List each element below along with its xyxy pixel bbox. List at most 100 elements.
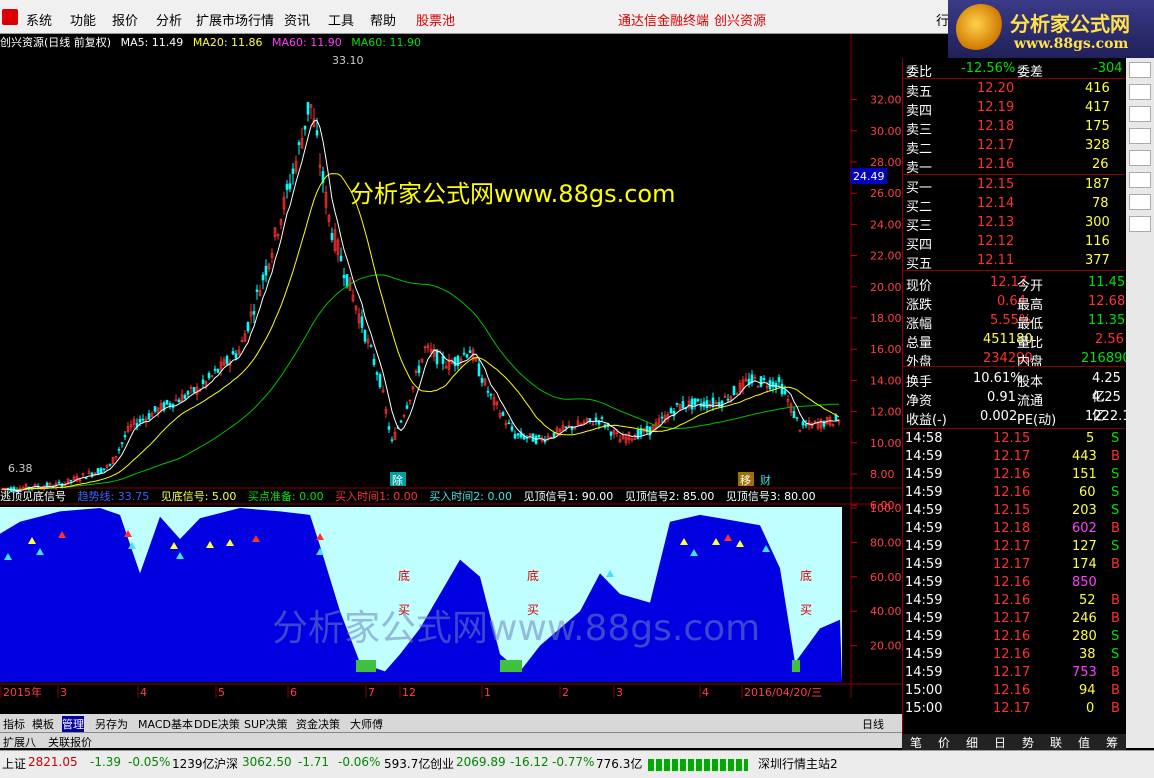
tab-save-as[interactable]: 另存为 [95,716,128,732]
sh-index-value: 2821.05 [28,755,78,769]
menu-help[interactable]: 帮助 [370,10,396,29]
candle-body [207,373,211,379]
quote-tab[interactable]: 日 [994,734,1006,751]
sh-index-amount: 1239亿 [172,757,215,771]
tick-row-cell: 12.15 [993,503,1031,518]
chart-area[interactable]: 32.00 30.00 28.00 26.00 24.00 22.00 20.00 18.00… [0,34,909,699]
toolbar-button-2[interactable] [1129,84,1151,100]
stat-row-cell: 12.68 [1088,294,1126,309]
tick-row-cell: 12.16 [993,575,1031,590]
candle-body [696,398,700,402]
buy-time1-value: 买入时间1: 0.00 [335,490,418,503]
top-signal1-value: 见顶信号1: 90.00 [523,490,614,503]
period-label[interactable]: 日线 [862,716,884,732]
candle-body [264,265,268,276]
candle-body [201,379,205,385]
menu-news[interactable]: 资讯 [284,10,310,29]
menu-function[interactable]: 功能 [70,10,96,29]
hs-index-amount: 593.7亿 [384,757,431,771]
tick-row-cell: 127 [1072,539,1097,554]
candle-body [513,434,517,439]
toolbar-button-7[interactable] [1129,194,1151,210]
tab-macd[interactable]: MACD基本 [138,716,193,732]
price-tick: 22.00 [870,250,902,263]
toolbar-button-8[interactable] [1129,216,1151,232]
ma60b-value: MA60: 11.90 [351,36,421,49]
stat-row-cell: 今开 [1017,279,1044,294]
tab-extension[interactable]: 扩展八 [3,734,36,750]
menu-system[interactable]: 系统 [26,10,52,29]
toolbar-button-3[interactable] [1129,106,1151,122]
price-tick: 24.00 [870,218,902,231]
stat-row: 涨幅 5.55% 最低 11.35 [903,312,1125,332]
indicator-tabs: 指标 模板 管理 另存为 MACD基本 DDE决策 SUP决策 资金决策 大师傅… [0,714,902,732]
stat-row-cell: 最高 [1017,298,1044,313]
top-signal3-value: 见顶信号3: 80.00 [725,490,816,503]
candle-body [726,398,730,401]
candle-body [693,398,697,405]
tick-row-cell: S [1111,503,1120,518]
quote-tab[interactable]: 价 [938,734,950,751]
quote-tab[interactable]: 筹 [1106,734,1118,751]
candle-body [669,408,673,414]
status-bar: 上证 2821.05 -1.39 -0.05% 1239亿 沪深 3062.50… [0,750,1154,778]
candle-body [405,405,409,409]
brand-banner: 分析家公式网 www.88gs.com [948,0,1154,58]
server-label[interactable]: 深圳行情主站2 [758,755,838,772]
bid-row: 买一 12.15 187 [903,176,1125,196]
ma5-line [1,119,840,492]
menu-extended-market[interactable]: 扩展市场行情 [196,10,274,29]
tick-row-cell: 14:59 [905,503,943,518]
menu-tools[interactable]: 工具 [328,10,354,29]
menu-quote[interactable]: 报价 [112,10,138,29]
tab-dde[interactable]: DDE决策 [194,716,240,732]
menu-analysis[interactable]: 分析 [156,10,182,29]
indicator-name[interactable]: 逃顶见底信号 [0,490,66,503]
candle-body [486,390,490,393]
finance-marker[interactable]: 财 [760,473,771,487]
tick-row: 15:00 12.16 94 B [903,682,1125,701]
tick-row-cell: 12.16 [993,485,1031,500]
candle-body [501,412,505,416]
bid-row-cell: 买一 [906,181,933,196]
quote-tab[interactable]: 联 [1050,734,1062,751]
quote-tab[interactable]: 值 [1078,734,1090,751]
quote-tab[interactable]: 笔 [910,734,922,751]
tab-sup[interactable]: SUP决策 [244,716,288,732]
candle-body [255,289,259,292]
candle-body [564,426,568,429]
tick-row-cell: 850 [1072,575,1097,590]
tab-manage[interactable]: 管理 [62,716,84,732]
tab-master[interactable]: 大师傅 [350,716,383,732]
toolbar-button-5[interactable] [1129,150,1151,166]
quote-tab[interactable]: 细 [966,734,978,751]
stat2-row-cell: 0.91 [987,390,1016,405]
x-axis-label: 4 [140,686,147,698]
tick-row-cell: 151 [1072,467,1097,482]
tab-fund[interactable]: 资金决策 [296,716,340,732]
toolbar-button-4[interactable] [1129,128,1151,144]
tick-row: 14:59 12.17 246 B [903,610,1125,629]
toolbar-button-1[interactable] [1129,62,1151,78]
right-toolbar [1126,58,1154,748]
kline-chart[interactable]: 32.0030.0028.0026.0024.0022.0020.0018.00… [0,34,909,699]
toolbar-button-6[interactable] [1129,172,1151,188]
tick-row-cell: 12.17 [993,449,1031,464]
sh-index-label: 上证 [2,757,27,771]
bid-row-cell: 187 [1085,177,1110,192]
candle-body [96,468,100,474]
tab-indicator[interactable]: 指标 [3,716,25,732]
quote-tab[interactable]: 势 [1022,734,1034,751]
buy-prep-value: 买点准备: 0.00 [247,490,324,503]
tab-template[interactable]: 模板 [32,716,54,732]
candle-body [780,383,784,395]
tick-row-cell: B [1111,665,1120,680]
bottom-signal-value: 见底信号: 5.00 [160,490,237,503]
candle-body [360,316,364,328]
menu-stock-pool[interactable]: 股票池 [416,10,455,29]
stat2-row-cell: 净资 [906,394,933,409]
candle-body [516,433,520,436]
tab-related-quote[interactable]: 关联报价 [48,734,92,750]
high-label: 33.10 [332,54,364,67]
x-axis-label: 2015年 [3,685,42,698]
